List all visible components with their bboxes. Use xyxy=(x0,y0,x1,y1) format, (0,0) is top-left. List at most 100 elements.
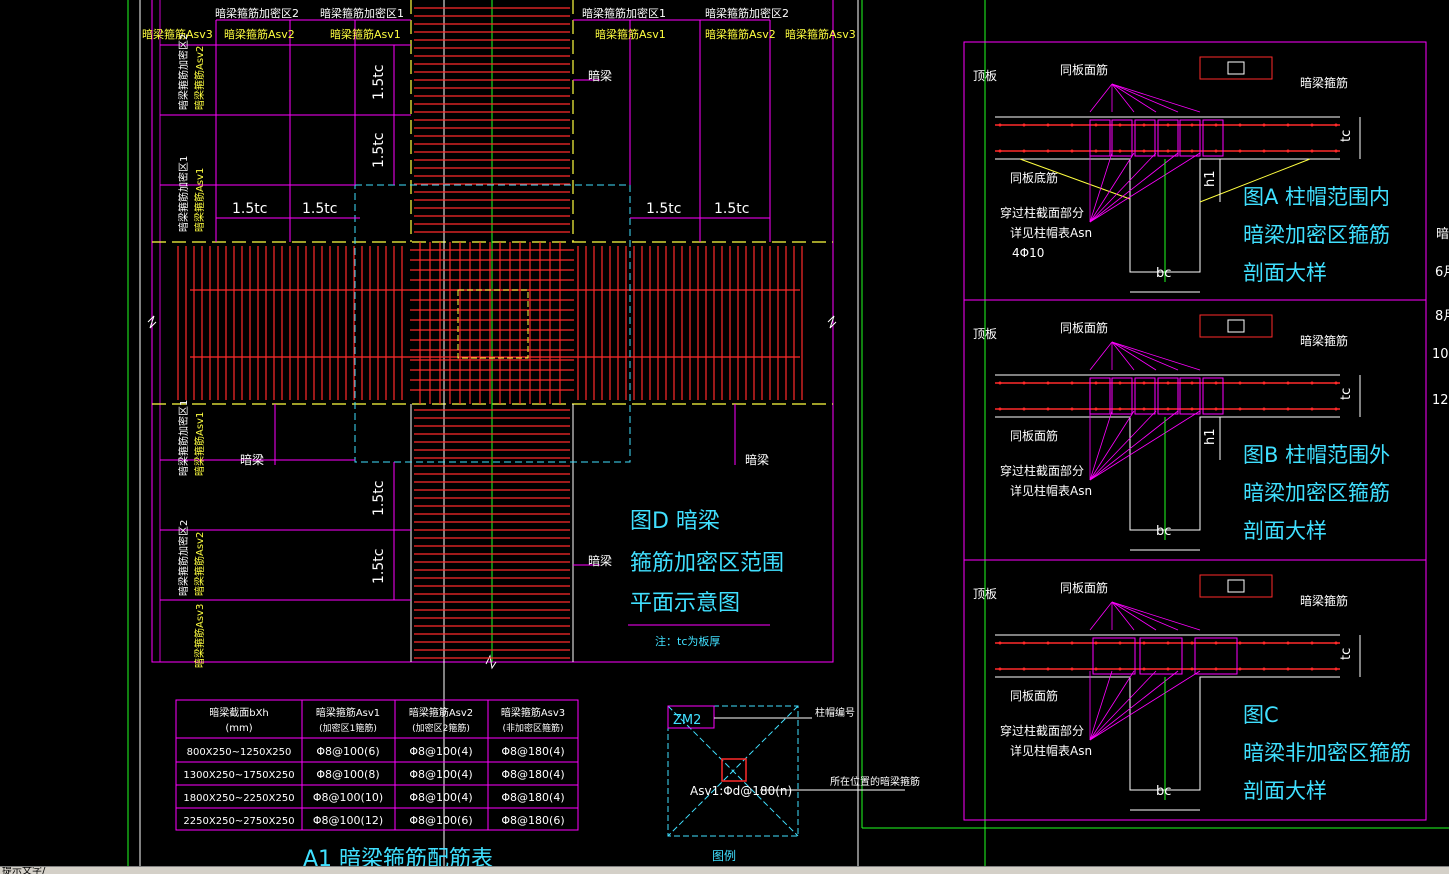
dim-label: 1.5tc xyxy=(371,133,387,168)
table-cell: Φ8@100(6) xyxy=(409,814,472,827)
zone-label: 暗梁箍筋加密区2 xyxy=(177,34,190,110)
zone-label: 暗梁箍筋加密区2 xyxy=(177,520,190,596)
plan-note: 注：tc为板厚 xyxy=(655,634,720,648)
section-label: 顶板 xyxy=(973,587,997,601)
table-cell: Φ8@180(4) xyxy=(501,768,564,781)
dim-label: tc xyxy=(1339,130,1354,142)
edge-text: 12月 xyxy=(1432,393,1449,408)
section-title-line: 暗梁非加密区箍筋 xyxy=(1243,741,1411,765)
section-label: 暗梁箍筋 xyxy=(1300,75,1348,90)
section-label: 详见柱帽表Asn xyxy=(1010,225,1092,240)
dim-label: bc xyxy=(1156,266,1171,281)
section-label: 详见柱帽表Asn xyxy=(1010,743,1092,758)
table-cell: 2250X250~2750X250 xyxy=(183,816,294,827)
asv-label: 暗梁箍筋Asv3 xyxy=(142,27,213,41)
table-title: A1 暗梁箍筋配筋表 xyxy=(303,847,493,866)
section-label: 暗梁箍筋 xyxy=(1300,593,1348,608)
edge-text: 暗 xyxy=(1436,227,1449,242)
table-header: 暗梁箍筋Asv1 xyxy=(316,706,380,719)
edge-text: 10月 xyxy=(1432,347,1449,362)
table-cell: Φ8@100(6) xyxy=(316,745,379,758)
dim-label: h1 xyxy=(1203,170,1218,187)
asv-label: 暗梁箍筋Asv3 xyxy=(785,27,856,41)
legend-formula: Asv1:Φd@180(n) xyxy=(690,784,792,798)
zone-label: 暗梁箍筋加密区1 xyxy=(177,156,190,232)
zone-label: 暗梁箍筋加密区1 xyxy=(177,400,190,476)
dim-label: bc xyxy=(1156,784,1171,799)
zone-label: 暗梁箍筋加密区2 xyxy=(215,6,299,20)
table-cell: Φ8@100(10) xyxy=(313,791,383,804)
table-header: (加密区2箍筋) xyxy=(412,722,470,734)
dim-label: 1.5tc xyxy=(371,481,387,516)
dim-label: h1 xyxy=(1203,428,1218,445)
dim-label: 1.5tc xyxy=(646,201,681,217)
asv-label: 暗梁箍筋Asv1 xyxy=(193,168,206,232)
section-label: 同板底筋 xyxy=(1010,170,1058,185)
dim-label: 1.5tc xyxy=(371,549,387,584)
section-title-line: 剖面大样 xyxy=(1243,261,1327,285)
table-cell: 1800X250~2250X250 xyxy=(183,793,294,804)
zone-label: 暗梁箍筋加密区1 xyxy=(582,6,666,20)
asv-label: 暗梁箍筋Asv1 xyxy=(595,27,666,41)
section-label: 穿过柱截面部分 xyxy=(1000,723,1084,738)
legend-caption: 图例 xyxy=(712,849,736,863)
plan-title-line: 图D 暗梁 xyxy=(630,509,720,534)
section-label: 穿过柱截面部分 xyxy=(1000,463,1084,478)
legend-label: 柱帽编号 xyxy=(815,706,855,719)
anliang-label: 暗梁 xyxy=(745,452,769,467)
section-title-line: 暗梁加密区箍筋 xyxy=(1243,223,1390,247)
section-label: 穿过柱截面部分 xyxy=(1000,205,1084,220)
table-cell: Φ8@180(4) xyxy=(501,745,564,758)
dim-label: 1.5tc xyxy=(371,65,387,100)
plan-title-line: 平面示意图 xyxy=(630,591,740,616)
section-label: 暗梁箍筋 xyxy=(1300,333,1348,348)
asv-label: 暗梁箍筋Asv2 xyxy=(705,27,776,41)
asv-label: 暗梁箍筋Asv2 xyxy=(193,46,206,110)
asv-label: 暗梁箍筋Asv1 xyxy=(330,27,401,41)
table-header: (加密区1箍筋) xyxy=(319,722,377,734)
table-cell: 800X250~1250X250 xyxy=(187,747,292,758)
table-cell: Φ8@100(8) xyxy=(316,768,379,781)
cad-drawing-canvas[interactable]: 暗梁箍筋加密区2 暗梁箍筋加密区1 暗梁箍筋加密区1 暗梁箍筋加密区2 暗梁箍筋… xyxy=(0,0,1449,866)
table-cell: Φ8@180(6) xyxy=(501,814,564,827)
anliang-label: 暗梁 xyxy=(240,452,264,467)
plan-title-line: 箍筋加密区范围 xyxy=(630,551,784,576)
anliang-label: 暗梁 xyxy=(588,68,612,83)
table-cell: Φ8@100(4) xyxy=(409,791,472,804)
section-label: 详见柱帽表Asn xyxy=(1010,483,1092,498)
table-header: 暗梁截面bXh xyxy=(209,706,269,719)
dim-label: bc xyxy=(1156,524,1171,539)
section-title-line: 图A 柱帽范围内 xyxy=(1243,185,1390,209)
dim-label: tc xyxy=(1339,648,1354,660)
zone-label: 暗梁箍筋加密区1 xyxy=(320,6,404,20)
section-label: 4Φ10 xyxy=(1012,246,1044,260)
table-cell: Φ8@100(4) xyxy=(409,768,472,781)
asv-label: 暗梁箍筋Asv2 xyxy=(193,532,206,596)
asv-label: 暗梁箍筋Asv1 xyxy=(193,412,206,476)
table-cell: 1300X250~1750X250 xyxy=(183,770,294,781)
dim-label: 1.5tc xyxy=(714,201,749,217)
table-header: (mm) xyxy=(225,723,252,734)
edge-text: 8月 xyxy=(1435,309,1449,324)
edge-text: 6月 xyxy=(1435,265,1449,280)
table-cell: Φ8@100(12) xyxy=(313,814,383,827)
section-title-line: 图C xyxy=(1243,703,1279,727)
legend-label: 所在位置的暗梁箍筋 xyxy=(830,775,920,788)
table-cell: Φ8@180(4) xyxy=(501,791,564,804)
section-label: 同板面筋 xyxy=(1010,688,1058,703)
section-title-line: 剖面大样 xyxy=(1243,779,1327,803)
anliang-label: 暗梁 xyxy=(588,553,612,568)
section-title-line: 暗梁加密区箍筋 xyxy=(1243,481,1390,505)
section-label: 同板面筋 xyxy=(1060,580,1108,595)
section-label: 同板面筋 xyxy=(1060,320,1108,335)
table-cell: Φ8@100(4) xyxy=(409,745,472,758)
asv-label: 暗梁箍筋Asv2 xyxy=(224,27,295,41)
table-header: 暗梁箍筋Asv3 xyxy=(501,706,565,719)
legend-code: ZM2 xyxy=(673,713,701,728)
section-title-line: 图B 柱帽范围外 xyxy=(1243,443,1390,467)
section-title-line: 剖面大样 xyxy=(1243,519,1327,543)
section-label: 同板面筋 xyxy=(1010,428,1058,443)
table-header: (非加密区箍筋) xyxy=(502,722,563,734)
dim-label: tc xyxy=(1339,388,1354,400)
dim-label: 1.5tc xyxy=(232,201,267,217)
